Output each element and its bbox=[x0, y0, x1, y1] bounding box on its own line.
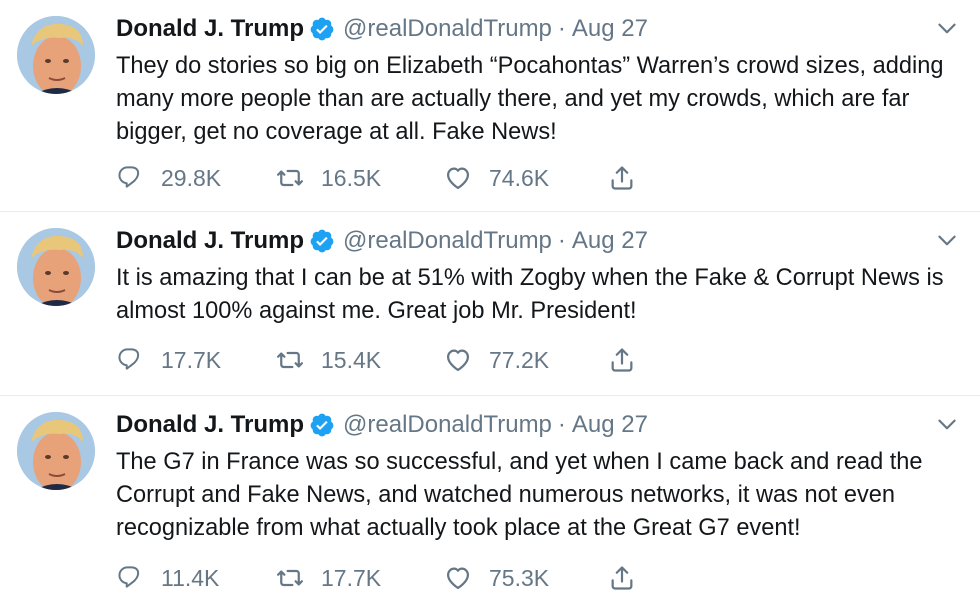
heart-icon bbox=[446, 349, 470, 372]
author-handle[interactable]: @realDonaldTrump bbox=[343, 15, 552, 43]
share-button[interactable] bbox=[608, 346, 636, 374]
reply-icon bbox=[118, 166, 140, 188]
verified-badge-icon bbox=[309, 228, 335, 254]
tweet-date[interactable]: Aug 27 bbox=[572, 227, 648, 255]
tweet-text: The G7 in France was so successful, and … bbox=[116, 449, 923, 541]
separator: · bbox=[557, 411, 566, 438]
reply-button[interactable]: 11.4K bbox=[116, 564, 276, 592]
reply-count: 17.7K bbox=[161, 346, 222, 373]
reply-icon bbox=[118, 566, 140, 588]
retweet-button[interactable]: 16.5K bbox=[276, 164, 444, 192]
like-button[interactable]: 77.2K bbox=[444, 346, 608, 374]
like-count: 74.6K bbox=[489, 164, 550, 191]
tweet[interactable]: Donald J. Trump @realDonaldTrump · Aug 2… bbox=[0, 0, 980, 212]
like-button[interactable]: 75.3K bbox=[444, 564, 608, 592]
separator: · bbox=[557, 15, 566, 42]
like-count: 77.2K bbox=[489, 346, 550, 373]
tweet[interactable]: Donald J. Trump @realDonaldTrump · Aug 2… bbox=[0, 212, 980, 396]
tweet-header: Donald J. Trump @realDonaldTrump · Aug 2… bbox=[116, 408, 648, 442]
reply-count: 11.4K bbox=[161, 564, 220, 591]
retweet-icon bbox=[276, 569, 304, 587]
retweet-icon bbox=[276, 351, 304, 369]
verified-badge-icon bbox=[309, 16, 335, 42]
tweet-text: They do stories so big on Elizabeth “Poc… bbox=[116, 53, 944, 145]
retweet-count: 16.5K bbox=[321, 164, 382, 191]
share-icon bbox=[611, 348, 633, 372]
retweet-button[interactable]: 15.4K bbox=[276, 346, 444, 374]
author-handle[interactable]: @realDonaldTrump bbox=[343, 227, 552, 255]
tweet-header: Donald J. Trump @realDonaldTrump · Aug 2… bbox=[116, 12, 648, 46]
tweet-actions: 29.8K 16.5K 74.6K bbox=[116, 160, 636, 196]
share-button[interactable] bbox=[608, 564, 636, 592]
tweet-feed: Donald J. Trump @realDonaldTrump · Aug 2… bbox=[0, 0, 980, 600]
share-icon bbox=[611, 166, 633, 190]
like-count: 75.3K bbox=[489, 564, 550, 591]
reply-button[interactable]: 17.7K bbox=[116, 346, 276, 374]
avatar[interactable] bbox=[17, 16, 95, 94]
tweet-header: Donald J. Trump @realDonaldTrump · Aug 2… bbox=[116, 224, 648, 258]
chevron-down-icon[interactable] bbox=[934, 16, 960, 42]
author-name[interactable]: Donald J. Trump bbox=[116, 227, 304, 255]
verified-badge-icon bbox=[309, 412, 335, 438]
reply-icon bbox=[118, 348, 140, 370]
tweet-date[interactable]: Aug 27 bbox=[572, 15, 648, 43]
like-button[interactable]: 74.6K bbox=[444, 164, 608, 192]
tweet-text: It is amazing that I can be at 51% with … bbox=[116, 265, 944, 324]
author-name[interactable]: Donald J. Trump bbox=[116, 15, 304, 43]
author-handle[interactable]: @realDonaldTrump bbox=[343, 411, 552, 439]
chevron-down-icon[interactable] bbox=[934, 412, 960, 438]
tweet-actions: 17.7K 15.4K 77.2K bbox=[116, 342, 636, 378]
tweet[interactable]: Donald J. Trump @realDonaldTrump · Aug 2… bbox=[0, 396, 980, 600]
heart-icon bbox=[446, 167, 470, 190]
tweet-actions: 11.4K 17.7K 75.3K bbox=[116, 560, 636, 596]
separator: · bbox=[557, 227, 566, 254]
retweet-count: 15.4K bbox=[321, 346, 382, 373]
retweet-icon bbox=[276, 169, 304, 187]
avatar[interactable] bbox=[17, 412, 95, 490]
avatar[interactable] bbox=[17, 228, 95, 306]
reply-count: 29.8K bbox=[161, 164, 222, 191]
reply-button[interactable]: 29.8K bbox=[116, 164, 276, 192]
heart-icon bbox=[446, 567, 470, 590]
author-name[interactable]: Donald J. Trump bbox=[116, 411, 304, 439]
chevron-down-icon[interactable] bbox=[934, 228, 960, 254]
retweet-count: 17.7K bbox=[321, 564, 382, 591]
retweet-button[interactable]: 17.7K bbox=[276, 564, 444, 592]
share-icon bbox=[611, 566, 633, 590]
tweet-date[interactable]: Aug 27 bbox=[572, 411, 648, 439]
share-button[interactable] bbox=[608, 164, 636, 192]
